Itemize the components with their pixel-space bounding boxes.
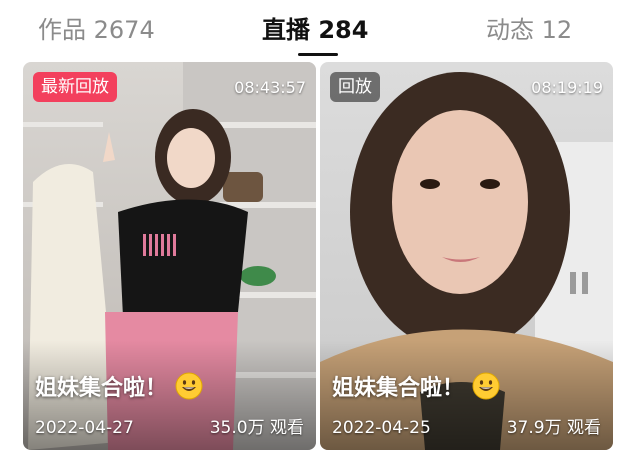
tab-dynamic-count: 12 <box>541 16 573 44</box>
active-tab-indicator <box>298 53 338 56</box>
tab-works-count: 2674 <box>93 16 155 44</box>
card-2-view-count: 37.9万 观看 <box>506 418 601 438</box>
tab-live[interactable]: 直播 284 <box>262 10 368 45</box>
card-2-title-row: 姐妹集合啦！ <box>332 370 500 402</box>
tab-dynamic-label: 动态 <box>486 16 534 44</box>
tab-live-count: 284 <box>318 16 369 44</box>
card-2-date: 2022-04-25 <box>332 418 431 438</box>
latest-replay-badge: 最新回放 <box>33 72 117 102</box>
replay-card-2[interactable]: 回放 08:19:19 姐妹集合啦！ 2022-04-25 37.9万 观看 <box>320 62 613 450</box>
card-1-view-count: 35.0万 观看 <box>209 418 304 438</box>
card-2-title: 姐妹集合啦！ <box>332 376 465 401</box>
card-2-duration: 08:19:19 <box>531 78 603 97</box>
tab-works[interactable]: 作品 2674 <box>38 10 155 45</box>
grinning-face-icon <box>472 372 500 400</box>
card-1-title: 姐妹集合啦！ <box>35 376 168 401</box>
replay-badge: 回放 <box>330 72 380 102</box>
replay-card-1[interactable]: 最新回放 08:43:57 姐妹集合啦！ 2022-04-27 35.0万 观看 <box>23 62 316 450</box>
card-1-date: 2022-04-27 <box>35 418 134 438</box>
tab-works-label: 作品 <box>38 16 86 44</box>
profile-tabs: 作品 2674 直播 284 动态 12 <box>0 0 640 56</box>
card-1-duration: 08:43:57 <box>234 78 306 97</box>
tab-dynamic[interactable]: 动态 12 <box>486 10 572 45</box>
card-1-title-row: 姐妹集合啦！ <box>35 370 203 402</box>
tab-live-label: 直播 <box>262 16 310 44</box>
grinning-face-icon <box>175 372 203 400</box>
